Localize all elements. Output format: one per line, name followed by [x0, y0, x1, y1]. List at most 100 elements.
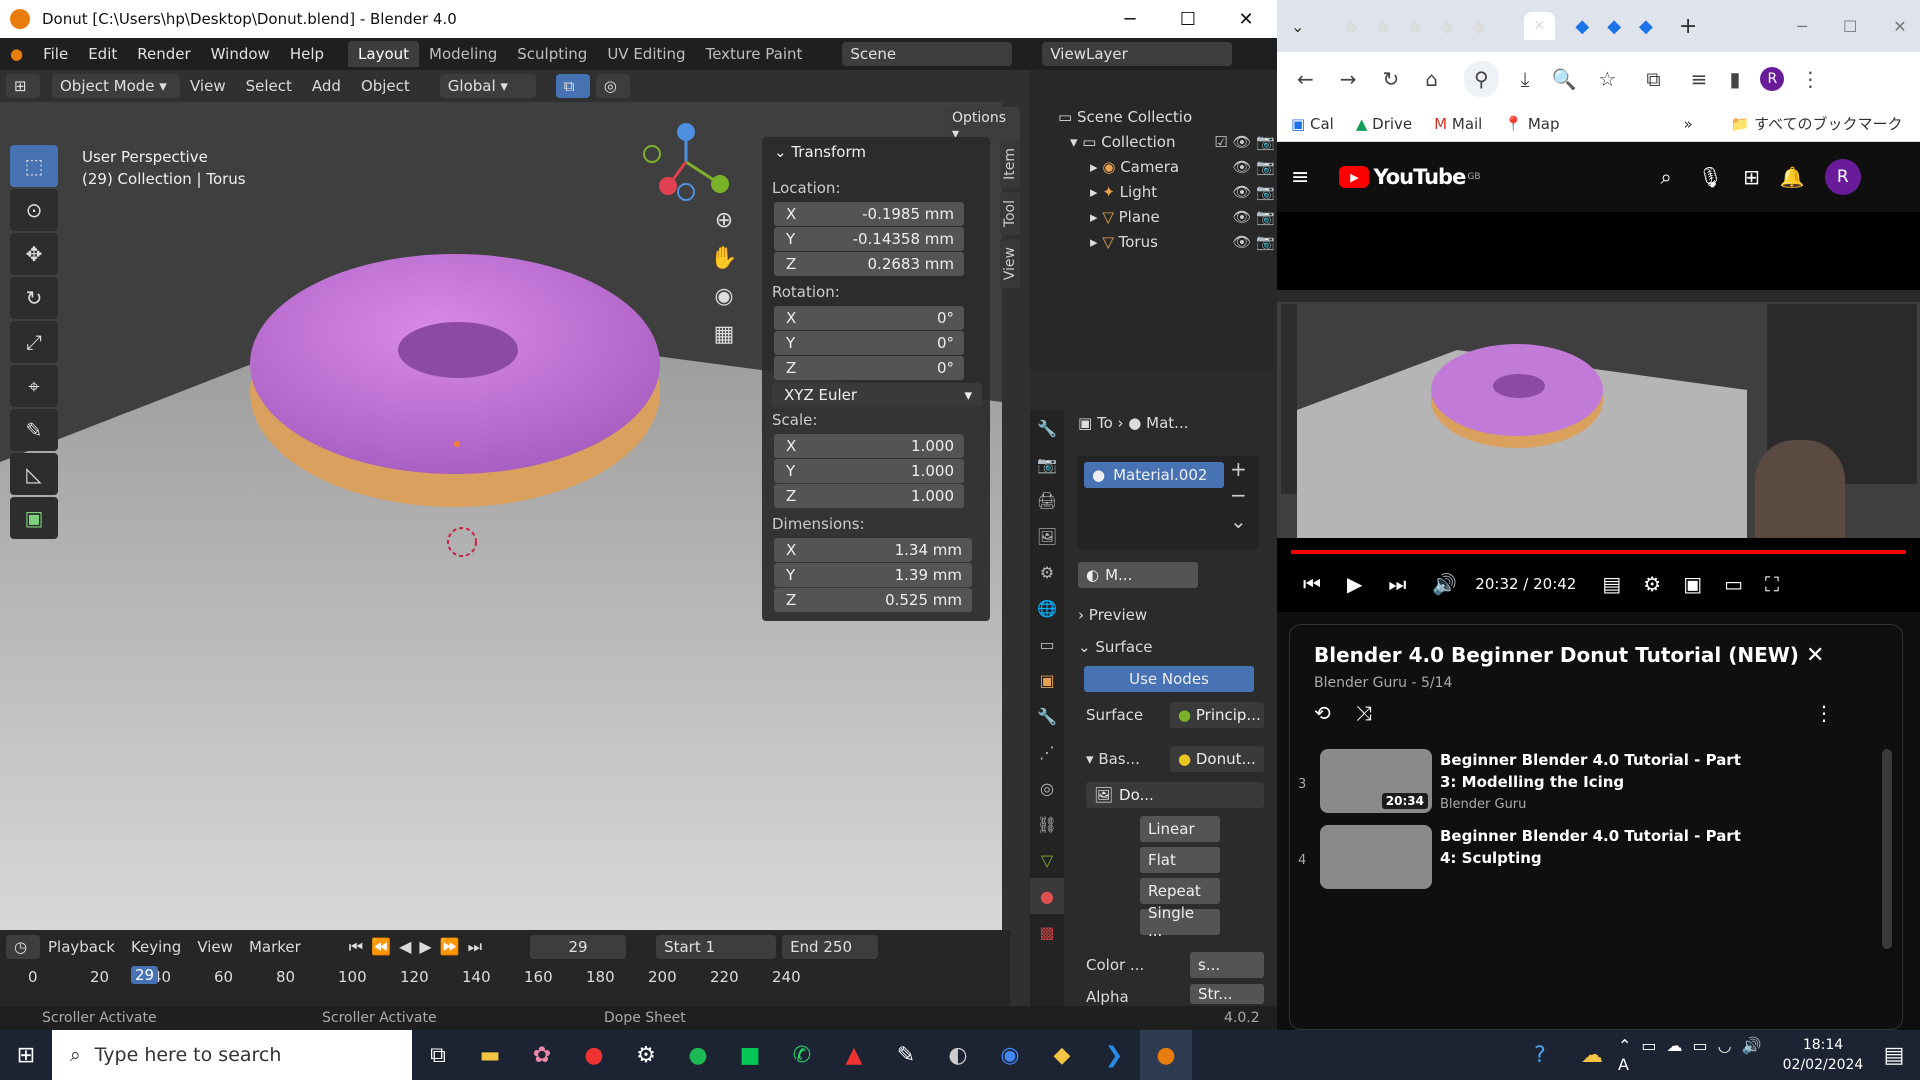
dimensions-y-field[interactable]: Y 1.39 mm	[774, 563, 972, 587]
timeline-menu-view[interactable]: View	[189, 938, 241, 956]
location-z-field[interactable]: Z 0.2683 mm	[774, 252, 964, 276]
captions-icon[interactable]: ▤	[1602, 572, 1621, 596]
photos-icon[interactable]: ✿	[516, 1030, 568, 1080]
notes-app-icon[interactable]: ✎	[880, 1030, 932, 1080]
bookmark-star-icon[interactable]: ☆	[1598, 67, 1616, 91]
rotation-y-field[interactable]: Y 0°	[774, 331, 964, 355]
outliner-item[interactable]: ▸ ▽ Torus 👁 📷	[1090, 233, 1275, 251]
timeline-menu-keying[interactable]: Keying	[123, 938, 189, 956]
taskbar-search[interactable]: ⌕ Type here to search	[52, 1030, 412, 1080]
outliner-collection[interactable]: ▾ ▭ Collection ☑ 👁 📷	[1070, 133, 1275, 151]
snap-icon[interactable]: ⧉	[555, 74, 590, 98]
proportional-edit-icon[interactable]: ◎	[595, 74, 630, 98]
rotation-mode-dropdown[interactable]: XYZ Euler ▾	[772, 383, 982, 407]
notification-center-icon[interactable]: ▤	[1868, 1030, 1920, 1080]
outliner-root[interactable]: ▭ Scene Collectio	[1058, 108, 1192, 126]
source-dropdown[interactable]: Single ...	[1140, 904, 1220, 940]
notifications-icon[interactable]: 🔔	[1780, 165, 1805, 189]
weather-icon[interactable]: ☁	[1566, 1030, 1618, 1080]
create-icon[interactable]: ⊞	[1743, 165, 1760, 189]
tool-tab-icon[interactable]: 🔧	[1030, 410, 1064, 446]
scale-tool-icon[interactable]: ⤢	[10, 321, 58, 363]
outliner-item[interactable]: ▸ ✦ Light 👁 📷	[1090, 183, 1275, 201]
playlist-item[interactable]: 4 Beginner Blender 4.0 Tutorial - Part 4…	[1298, 825, 1878, 897]
more-tab-icons[interactable]: ◆◆◆	[1575, 16, 1671, 37]
interpolation-dropdown[interactable]: Linear	[1140, 816, 1220, 842]
timeline-editor-icon[interactable]: ◷	[6, 935, 40, 959]
menu-help[interactable]: Help	[280, 45, 334, 63]
base-color-row[interactable]: ▾ Bas...	[1086, 750, 1140, 768]
fullscreen-icon[interactable]: ⛶	[1765, 572, 1779, 596]
measure-tool-icon[interactable]: ◺	[10, 453, 58, 495]
cursor-tool-icon[interactable]: ⊙	[10, 189, 58, 231]
tab-sculpting[interactable]: Sculpting	[507, 41, 597, 67]
playlist-item[interactable]: 3 20:34 Beginner Blender 4.0 Tutorial - …	[1298, 749, 1878, 821]
line-icon[interactable]: ■	[724, 1030, 776, 1080]
surface-shader-field[interactable]: ● Princip...	[1170, 702, 1264, 728]
close-playlist-icon[interactable]: ✕	[1806, 643, 1824, 668]
home-icon[interactable]: ⌂	[1425, 67, 1438, 91]
bookmarks-overflow-icon[interactable]: »	[1683, 115, 1692, 133]
editor-type-icon[interactable]: ⊞	[6, 74, 40, 98]
current-frame-field[interactable]: 29	[530, 935, 627, 959]
paint-app-icon[interactable]: ◐	[932, 1030, 984, 1080]
youtube-logo[interactable]: ▶ YouTube GB	[1339, 165, 1481, 189]
file-explorer-icon[interactable]: ▬	[464, 1030, 516, 1080]
object-mode-dropdown[interactable]: Object Mode ▾	[52, 74, 180, 98]
vp-menu-select[interactable]: Select	[236, 77, 302, 95]
recorder-icon[interactable]: ●	[568, 1030, 620, 1080]
hamburger-icon[interactable]: ≡	[1291, 165, 1309, 190]
tab-item[interactable]: Item	[1000, 140, 1020, 188]
tab-view[interactable]: View	[1000, 239, 1020, 289]
minimize-button[interactable]: ─	[1101, 0, 1159, 38]
dimensions-x-field[interactable]: X 1.34 mm	[774, 538, 972, 562]
world-tab-icon[interactable]: 🌐	[1030, 590, 1064, 626]
yt-search-icon[interactable]: ⌕	[1661, 165, 1672, 189]
pan-hand-icon[interactable]: ✋	[706, 240, 742, 278]
media-icon[interactable]: ≡	[1691, 67, 1708, 91]
alpha-dropdown[interactable]: Str...	[1190, 984, 1264, 1004]
install-icon[interactable]: ⤓	[1521, 67, 1530, 91]
forward-icon[interactable]: →	[1340, 67, 1357, 91]
close-button[interactable]: ✕	[1217, 0, 1275, 38]
location-y-field[interactable]: Y -0.14358 mm	[774, 227, 964, 251]
rotation-x-field[interactable]: X 0°	[774, 306, 964, 330]
timeline-ruler[interactable]: 0 20 40 60 80 100 120 140 160 180 200 220 240 29	[0, 964, 1010, 994]
acrobat-icon[interactable]: ▲	[828, 1030, 880, 1080]
object-tab-icon[interactable]: ▣	[1030, 662, 1064, 698]
bookmark-drive[interactable]: ▲ Drive	[1356, 115, 1412, 133]
material-slot[interactable]: ● Material.002	[1084, 462, 1224, 488]
theater-icon[interactable]: ▭	[1724, 572, 1743, 596]
move-tool-icon[interactable]: ✥	[10, 233, 58, 275]
output-tab-icon[interactable]: 🖨	[1030, 482, 1064, 518]
maximize-button[interactable]: ☐	[1159, 0, 1217, 38]
start-icon[interactable]: ⊞	[0, 1030, 52, 1080]
color-space-dropdown[interactable]: s...	[1190, 952, 1264, 978]
shuffle-icon[interactable]: ⤨	[1356, 701, 1372, 725]
spotify-icon[interactable]: ●	[672, 1030, 724, 1080]
bookmark-cal[interactable]: ▣ Cal	[1291, 115, 1334, 133]
tab-texture-paint[interactable]: Texture Paint	[696, 41, 813, 67]
playback-controls[interactable]: ⏮⏪◀▶⏩⏭	[349, 937, 490, 957]
chrome-window-controls[interactable]: ─☐✕	[1797, 17, 1920, 36]
mic-icon[interactable]: 🎙	[1698, 165, 1723, 189]
surface-section[interactable]: ⌄ Surface	[1078, 638, 1153, 656]
view-layer-tab-icon[interactable]: 🖼	[1030, 518, 1064, 554]
reload-icon[interactable]: ↻	[1383, 67, 1400, 91]
vp-menu-add[interactable]: Add	[302, 77, 351, 95]
rotate-tool-icon[interactable]: ↻	[10, 277, 58, 319]
menu-edit[interactable]: Edit	[78, 45, 127, 63]
preview-section[interactable]: › Preview	[1078, 606, 1147, 624]
video-progress-bar[interactable]	[1291, 550, 1906, 554]
timeline-playhead[interactable]: 29	[131, 966, 159, 984]
side-panel-icon[interactable]: ▮	[1729, 67, 1740, 91]
dimensions-z-field[interactable]: Z 0.525 mm	[774, 588, 972, 612]
taskbar-clock[interactable]: 18:14 02/02/2024	[1778, 1035, 1868, 1075]
menu-window[interactable]: Window	[201, 45, 280, 63]
vp-menu-view[interactable]: View	[180, 77, 236, 95]
extensions-icon[interactable]: ⧉	[1646, 67, 1660, 91]
transform-tool-icon[interactable]: ⌖	[10, 365, 58, 407]
site-info-icon[interactable]: ⚲	[1464, 61, 1499, 97]
volume-icon[interactable]: 🔊	[1432, 572, 1457, 596]
whatsapp-icon[interactable]: ✆	[776, 1030, 828, 1080]
